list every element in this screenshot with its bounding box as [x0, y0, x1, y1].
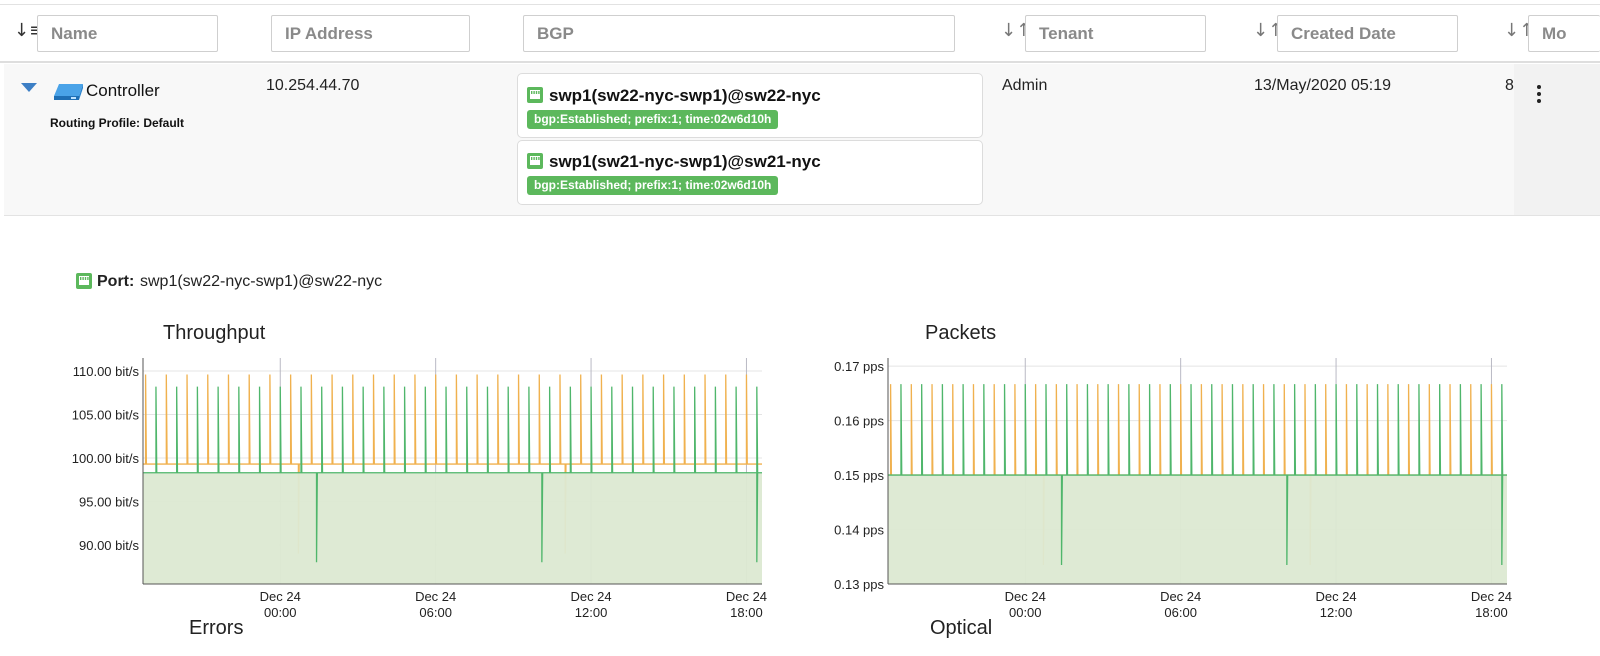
x-tick-label: 12:00	[575, 605, 608, 620]
bgp-session-port[interactable]: swp1(sw22-nyc-swp1)@sw22-nyc	[549, 86, 821, 106]
x-tick-label: 06:00	[1164, 605, 1197, 620]
bgp-filter-input[interactable]	[523, 15, 955, 52]
y-tick-label: 100.00 bit/s	[72, 451, 140, 466]
errors-chart-title: Errors	[189, 617, 244, 639]
ip-address-cell: 10.254.44.70	[266, 77, 360, 94]
tenant-filter-input[interactable]	[1025, 15, 1206, 52]
ethernet-port-icon	[527, 153, 543, 169]
x-tick-label: Dec 24	[260, 589, 301, 604]
x-tick-label: Dec 24	[1160, 589, 1201, 604]
x-tick-label: Dec 24	[1005, 589, 1046, 604]
y-tick-label: 105.00 bit/s	[72, 408, 140, 423]
row-actions-menu-icon[interactable]	[1528, 82, 1550, 106]
x-tick-label: 18:00	[730, 605, 763, 620]
tenant-cell: Admin	[1002, 77, 1048, 94]
table-header: ↓≡ ↓↑ ↓↑ ↓↑	[0, 5, 1600, 63]
x-tick-label: Dec 24	[1471, 589, 1512, 604]
bgp-status-badge: bgp:Established; prefix:1; time:02w6d10h	[527, 110, 779, 129]
x-tick-label: Dec 24	[1315, 589, 1356, 604]
ethernet-port-icon	[527, 87, 543, 103]
bgp-status-badge: bgp:Established; prefix:1; time:02w6d10h	[527, 176, 779, 195]
series-area	[143, 386, 762, 584]
x-tick-label: 06:00	[419, 605, 452, 620]
model-filter-input[interactable]	[1528, 15, 1600, 52]
bgp-session-card: swp1(sw22-nyc-swp1)@sw22-nyc bgp:Establi…	[517, 73, 983, 138]
x-tick-label: 12:00	[1320, 605, 1353, 620]
x-tick-label: Dec 24	[570, 589, 611, 604]
name-filter-input[interactable]	[37, 15, 218, 52]
x-tick-label: Dec 24	[415, 589, 456, 604]
table-row[interactable]: Controller Routing Profile: Default 10.2…	[4, 64, 1600, 216]
x-tick-label: 00:00	[264, 605, 297, 620]
y-tick-label: 0.16 pps	[834, 414, 884, 429]
y-tick-label: 0.14 pps	[834, 523, 884, 538]
created-date-cell: 13/May/2020 05:19	[1254, 77, 1391, 94]
port-label: Port:	[97, 273, 135, 290]
ip-address-filter-input[interactable]	[271, 15, 470, 52]
port-value: swp1(sw22-nyc-swp1)@sw22-nyc	[140, 273, 383, 290]
device-name[interactable]: Controller	[86, 81, 160, 101]
optical-chart-title: Optical	[930, 617, 993, 639]
series-area	[888, 384, 1507, 584]
bgp-session-card: swp1(sw21-nyc-swp1)@sw21-nyc bgp:Establi…	[517, 140, 983, 205]
throughput-chart-title: Throughput	[163, 322, 266, 344]
created-date-filter-input[interactable]	[1277, 15, 1458, 52]
x-tick-label: Dec 24	[726, 589, 767, 604]
y-tick-label: 0.17 pps	[834, 359, 884, 374]
y-tick-label: 0.13 pps	[834, 577, 884, 592]
controller-device-icon	[54, 84, 83, 100]
x-tick-label: 18:00	[1475, 605, 1508, 620]
y-tick-label: 90.00 bit/s	[79, 538, 139, 553]
ethernet-port-icon	[76, 273, 92, 289]
throughput-chart: 110.00 bit/s 105.00 bit/s 100.00 bit/s 95.0…	[72, 358, 767, 620]
y-tick-label: 95.00 bit/s	[79, 494, 139, 509]
model-cell: 8	[1505, 77, 1514, 94]
routing-profile: Routing Profile: Default	[50, 116, 184, 130]
packets-chart: 0.17 pps 0.16 pps 0.15 pps 0.14 pps 0.13 pps…	[834, 358, 1512, 620]
packets-chart-title: Packets	[925, 322, 997, 344]
bgp-session-port[interactable]: swp1(sw21-nyc-swp1)@sw21-nyc	[549, 152, 821, 172]
actions-column	[1514, 64, 1600, 215]
expand-caret-icon[interactable]	[21, 83, 37, 92]
y-tick-label: 110.00 bit/s	[73, 364, 140, 379]
y-tick-label: 0.15 pps	[834, 468, 884, 483]
x-tick-label: 00:00	[1009, 605, 1042, 620]
